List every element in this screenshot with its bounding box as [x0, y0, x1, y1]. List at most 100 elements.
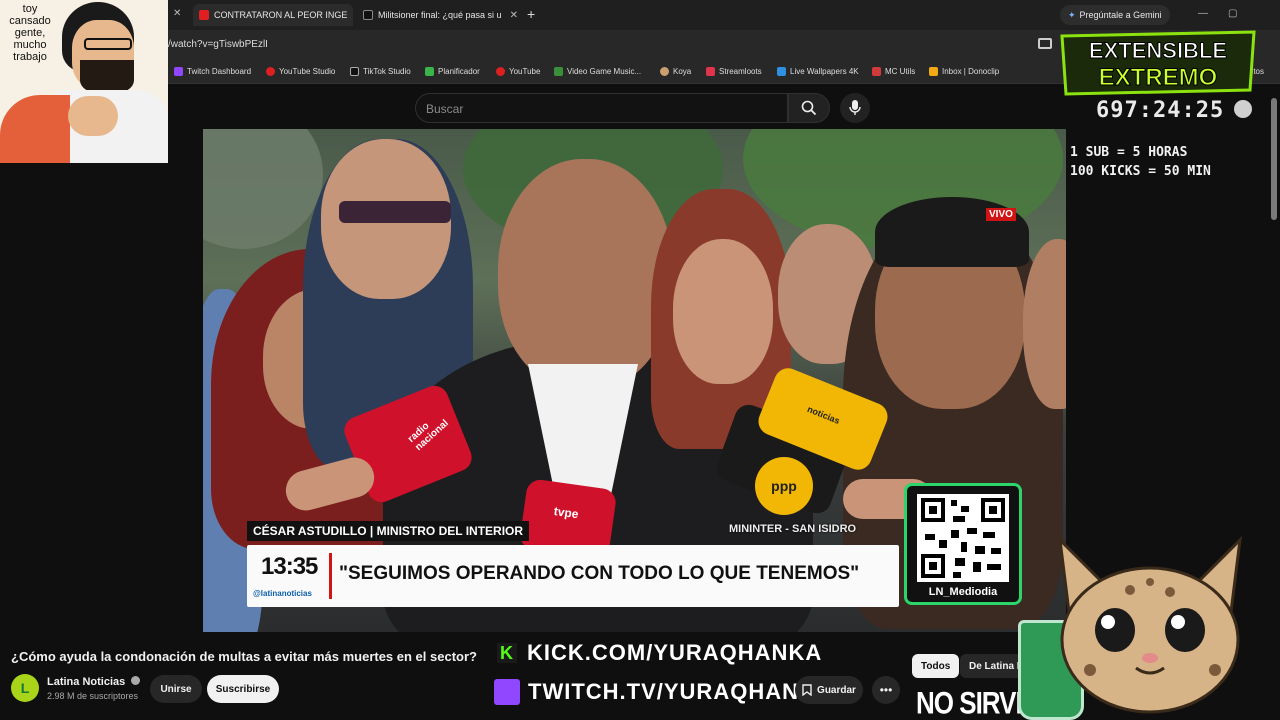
search-input[interactable]: Buscar [415, 93, 788, 123]
broadcast-time: 13:35 [261, 553, 318, 580]
minister-face [498, 159, 673, 389]
bookmark-youtube-studio[interactable]: YouTube Studio [266, 67, 335, 76]
youtube-favicon-icon [199, 10, 209, 20]
bookmark-koya[interactable]: Koya [660, 67, 691, 76]
cat-mascot-icon [1057, 535, 1243, 714]
caption-line: trabajo [13, 51, 47, 63]
streamer-webcam: toy cansado gente, mucho trabajo [0, 0, 168, 163]
bookmark-label: TikTok Studio [363, 67, 411, 76]
gemini-label: Pregúntale a Gemini [1079, 10, 1162, 20]
bookmark-label: Live Wallpapers 4K [790, 67, 859, 76]
search-icon [801, 100, 817, 116]
join-button[interactable]: Unirse [150, 675, 202, 703]
kick-url: KICK.COM/YURAQHANKA [527, 640, 823, 665]
streamloots-icon [706, 67, 715, 76]
chip-all[interactable]: Todos [912, 654, 960, 678]
bookmark-youtube[interactable]: YouTube [496, 67, 540, 76]
mascot-icon [1234, 100, 1252, 118]
voice-search-button[interactable] [840, 93, 870, 123]
tiktok-icon [350, 67, 359, 76]
bookmark-donoclip[interactable]: Inbox | Donoclip [929, 67, 999, 76]
bookmark-mc-utils[interactable]: MC Utils [872, 67, 915, 76]
close-tab-icon[interactable]: ✕ [510, 10, 518, 21]
page-scrollbar[interactable] [1271, 98, 1277, 220]
subathon-rules: 1 SUB = 5 HORAS 100 KICKS = 50 MIN [1070, 143, 1211, 181]
extensible-extremo-logo: EXTENSIBLE EXTREMO [1058, 30, 1258, 96]
url-field[interactable]: /watch?v=gTiswbPEzlI [168, 39, 268, 50]
microphone-icon [849, 100, 861, 115]
tab-title: CONTRATARON AL PEOR INGE [214, 10, 348, 20]
save-button[interactable]: Guardar [795, 676, 863, 704]
rpp-logo: ppp [755, 457, 813, 515]
no-sirve-overlay: NO SIRVE [916, 684, 1033, 720]
tab-title: Militsioner final: ¿qué pasa si u [378, 10, 502, 20]
bookmark-label: YouTube Studio [279, 67, 336, 76]
tab-close-icon[interactable]: ✕ [173, 8, 181, 19]
save-label: Guardar [817, 684, 856, 696]
bookmark-label: Video Game Music... [567, 67, 642, 76]
logo-line-2: EXTREMO [1099, 64, 1218, 91]
more-actions-button[interactable]: ••• [872, 676, 900, 704]
channel-handle: @latinanoticias [253, 589, 312, 598]
subscribe-button[interactable]: Suscribirse [207, 675, 279, 703]
channel-avatar[interactable]: L [11, 674, 39, 702]
qr-code-panel: LN_Mediodia [904, 483, 1022, 605]
bookmark-icon [802, 684, 812, 696]
cast-icon[interactable] [1038, 38, 1052, 49]
channel-name[interactable]: Latina Noticias [47, 676, 141, 688]
bookmark-video-game-music[interactable]: Video Game Music... [554, 67, 641, 76]
bookmark-twitch-dashboard[interactable]: Twitch Dashboard [174, 67, 251, 76]
youtube-icon [496, 67, 505, 76]
lower-third-location: MININTER - SAN ISIDRO [729, 523, 857, 535]
bookmark-label: Twitch Dashboard [187, 67, 252, 76]
bookmark-label: YouTube [509, 67, 541, 76]
bookmark-label: MC Utils [885, 67, 916, 76]
avatar-beard [80, 60, 134, 94]
bookmark-label: Koya [673, 67, 692, 76]
gemini-sparkle-icon: ✦ [1068, 9, 1076, 20]
music-icon [554, 67, 563, 76]
headline-quote: "SEGUIMOS OPERANDO CON TODO LO QUE TENEM… [339, 563, 860, 584]
avatar-hand [68, 96, 118, 136]
new-tab-plus-icon[interactable]: + [527, 6, 535, 22]
qr-code-icon [917, 494, 1009, 582]
rule-subs: 1 SUB = 5 HORAS [1070, 145, 1188, 160]
sunglasses [339, 201, 451, 223]
avatar-glasses [84, 38, 132, 50]
qr-label: LN_Mediodia [928, 586, 998, 598]
bookmark-planificador[interactable]: Planificador [425, 67, 480, 76]
maximize-icon[interactable]: ▢ [1228, 8, 1237, 19]
youtube-studio-icon [266, 67, 275, 76]
webcam-caption: toy cansado gente, mucho trabajo [2, 3, 58, 63]
caption-line: toy [22, 3, 38, 15]
kick-logo-icon: K [497, 643, 517, 663]
gemini-button[interactable]: ✦ Pregúntale a Gemini [1060, 5, 1170, 25]
donoclip-icon [929, 67, 938, 76]
caption-line: cansado [9, 15, 51, 27]
mic-label: tvpe [553, 504, 580, 522]
subathon-timer: 697:24:25 [1096, 98, 1225, 123]
verified-check-icon [131, 676, 141, 685]
live-badge: VIVO [986, 208, 1016, 221]
tab-video-1[interactable]: CONTRATARON AL PEOR INGE ✕ [193, 4, 353, 26]
background-foliage [203, 129, 323, 249]
koya-icon [660, 67, 669, 76]
minimize-icon[interactable]: — [1198, 8, 1208, 19]
bookmark-streamloots[interactable]: Streamloots [706, 67, 762, 76]
planner-icon [425, 67, 434, 76]
bookmark-live-wallpapers[interactable]: Live Wallpapers 4K [777, 67, 859, 76]
banner-divider [329, 553, 332, 599]
twitch-icon [174, 67, 183, 76]
mic-label: radio nacional [405, 417, 451, 454]
subscriber-count: 2.98 M de suscriptores [47, 691, 139, 701]
twitch-logo-icon [494, 679, 520, 705]
tab-video-2[interactable]: Militsioner final: ¿qué pasa si u ✕ [357, 4, 519, 26]
search-button[interactable] [788, 93, 830, 123]
bookmark-label: Planificador [438, 67, 480, 76]
headline-banner: 13:35 @latinanoticias "SEGUIMOS OPERANDO… [247, 545, 899, 607]
logo-line-1: EXTENSIBLE [1089, 38, 1227, 63]
kick-channel-link: K KICK.COM/YURAQHANKA [497, 640, 822, 666]
bookmark-label: Streamloots [719, 67, 762, 76]
bookmark-tiktok-studio[interactable]: TikTok Studio [350, 67, 411, 76]
lower-third-name: CÉSAR ASTUDILLO | MINISTRO DEL INTERIOR [247, 521, 530, 541]
